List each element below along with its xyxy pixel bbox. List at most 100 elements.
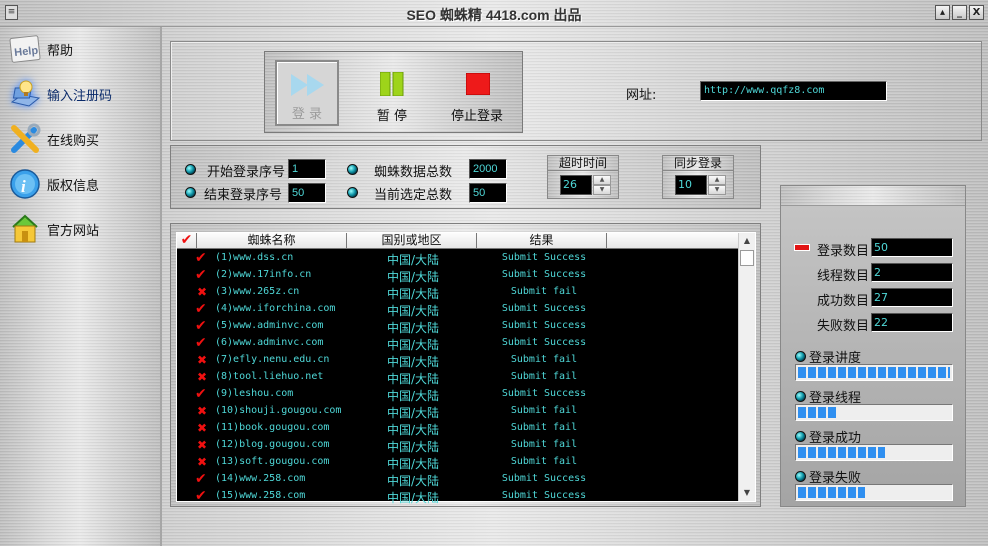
column-header-empty <box>607 233 739 249</box>
register-code-icon <box>8 77 42 111</box>
table-row[interactable]: ✔ (14)www.258.com 中国/大陆 Submit Success <box>177 471 739 488</box>
spider-result: Submit fail <box>510 286 578 297</box>
sidebar-item-copyright[interactable]: i 版权信息 <box>8 166 156 202</box>
end-index-input[interactable]: 50 <box>288 183 326 203</box>
spider-region: 中国/大陆 <box>387 474 440 488</box>
sidebar-item-register-code[interactable]: 输入注册码 <box>8 76 156 112</box>
parameters-panel: 开始登录序号 1 结束登录序号 50 蜘蛛数据总数 2000 当前选定总数 50… <box>170 145 761 209</box>
sidebar-item-help[interactable]: Help 帮助 <box>8 31 156 67</box>
table-row[interactable]: ✔ (1)www.dss.cn 中国/大陆 Submit Success <box>177 250 739 267</box>
vertical-scrollbar[interactable]: ▲ ▼ <box>738 233 755 501</box>
total-spiders-input[interactable]: 2000 <box>469 159 507 179</box>
stop-icon <box>465 72 491 98</box>
total-spiders-label: 蜘蛛数据总数 <box>374 165 453 180</box>
fast-forward-icon <box>291 74 325 99</box>
column-header-result[interactable]: 结果 <box>477 233 607 249</box>
selected-total-input[interactable]: 50 <box>469 183 507 203</box>
scroll-down-arrow-icon[interactable]: ▼ <box>739 485 755 501</box>
spider-name: (1)www.dss.cn <box>215 252 294 263</box>
table-row[interactable]: ✖ (13)soft.gougou.com 中国/大陆 Submit fail <box>177 454 739 471</box>
spider-name: (9)leshou.com <box>215 388 294 399</box>
spider-result: Submit Success <box>501 473 587 484</box>
sidebar: Help 帮助 输入注册码 在线购买 i 版权信息 官方网站 <box>0 27 162 546</box>
thread-count-value: 2 <box>871 263 953 282</box>
url-input[interactable]: http://www.qqfz8.com <box>700 81 887 101</box>
login-progress-fill <box>798 367 950 378</box>
table-row[interactable]: ✔ (2)www.17info.cn 中国/大陆 Submit Success <box>177 267 739 284</box>
spider-name: (2)www.17info.cn <box>215 269 312 280</box>
selected-total-label: 当前选定总数 <box>374 188 453 203</box>
spider-name: (3)www.265z.cn <box>215 286 300 297</box>
sync-login-label: 同步登录 <box>663 156 733 171</box>
sidebar-item-label: 帮助 <box>47 43 74 59</box>
column-header-check[interactable]: ✔ <box>177 233 197 249</box>
column-header-name[interactable]: 蜘蛛名称 <box>197 233 347 249</box>
stats-panel: 登录数目 50 线程数目 2 成功数目 27 失败数目 22 登录讲度 登录线程… <box>780 185 966 507</box>
timeout-label: 超时时间 <box>548 156 618 171</box>
timeout-group: 超时时间 26 ▲ ▼ <box>547 155 619 199</box>
sidebar-item-label: 官方网站 <box>47 223 100 239</box>
sidebar-item-label: 输入注册码 <box>47 88 113 104</box>
sync-login-input[interactable]: 10 <box>675 175 707 195</box>
spider-name: (12)blog.gougou.com <box>215 439 330 450</box>
spider-result: Submit fail <box>510 405 578 416</box>
timeout-input[interactable]: 26 <box>560 175 592 195</box>
info-icon: i <box>8 167 42 201</box>
start-index-label: 开始登录序号 <box>207 165 286 180</box>
table-row[interactable]: ✖ (7)efly.nenu.edu.cn 中国/大陆 Submit fail <box>177 352 739 369</box>
table-row[interactable]: ✔ (6)www.adminvc.com 中国/大陆 Submit Success <box>177 335 739 352</box>
sidebar-item-label: 版权信息 <box>47 178 100 194</box>
spider-region: 中国/大陆 <box>387 338 440 352</box>
cross-icon: ✖ <box>197 285 208 299</box>
help-icon: Help <box>8 32 42 66</box>
minimize-button[interactable]: _ <box>952 5 967 20</box>
home-icon <box>8 212 42 246</box>
sidebar-item-official-site[interactable]: 官方网站 <box>8 211 156 247</box>
table-row[interactable]: ✖ (10)shouji.gougou.com 中国/大陆 Submit fail <box>177 403 739 420</box>
success-count-label: 成功数目 <box>817 294 870 309</box>
table-row[interactable]: ✔ (15)www.258.com 中国/大陆 Submit Success <box>177 488 739 505</box>
login-button[interactable]: 登 录 <box>275 60 339 126</box>
column-header-region[interactable]: 国别或地区 <box>347 233 477 249</box>
restore-button[interactable]: ▴ <box>935 5 950 20</box>
success-progress-fill <box>798 447 885 458</box>
indicator-led-icon <box>795 471 806 482</box>
pause-button[interactable]: 暂 停 <box>360 60 424 126</box>
spider-region: 中国/大陆 <box>387 304 440 318</box>
sync-login-decrement-button[interactable]: ▼ <box>708 185 726 195</box>
stop-button[interactable]: 停止登录 <box>445 60 509 126</box>
timeout-increment-button[interactable]: ▲ <box>593 175 611 185</box>
indicator-led-icon <box>347 164 358 175</box>
table-row[interactable]: ✖ (3)www.265z.cn 中国/大陆 Submit fail <box>177 284 739 301</box>
table-row[interactable]: ✖ (12)blog.gougou.com 中国/大陆 Submit fail <box>177 437 739 454</box>
spider-name: (5)www.adminvc.com <box>215 320 324 331</box>
spider-name: (13)soft.gougou.com <box>215 456 330 467</box>
spider-name: (14)www.258.com <box>215 473 306 484</box>
pause-button-label: 暂 停 <box>376 109 408 124</box>
scrollbar-thumb[interactable] <box>740 250 754 266</box>
timeout-decrement-button[interactable]: ▼ <box>593 185 611 195</box>
table-row[interactable]: ✖ (11)book.gougou.com 中国/大陆 Submit fail <box>177 420 739 437</box>
spider-region: 中国/大陆 <box>387 423 440 437</box>
close-button[interactable]: X <box>969 5 984 20</box>
table-row[interactable]: ✔ (5)www.adminvc.com 中国/大陆 Submit Success <box>177 318 739 335</box>
spider-result: Submit fail <box>510 371 578 382</box>
window-title: SEO 蜘蛛精 4418.com 出品 <box>406 7 582 23</box>
red-indicator-icon <box>794 244 810 251</box>
scroll-up-arrow-icon[interactable]: ▲ <box>739 233 755 249</box>
table-row[interactable]: ✔ (9)leshou.com 中国/大陆 Submit Success <box>177 386 739 403</box>
spider-region: 中国/大陆 <box>387 372 440 386</box>
spider-result: Submit Success <box>501 269 587 280</box>
stats-panel-header <box>781 186 965 206</box>
table-row[interactable]: ✔ (4)www.iforchina.com 中国/大陆 Submit Success <box>177 301 739 318</box>
sidebar-item-buy-online[interactable]: 在线购买 <box>8 121 156 157</box>
indicator-led-icon <box>795 431 806 442</box>
cross-icon: ✖ <box>197 455 208 469</box>
checkmark-icon: ✔ <box>195 267 207 283</box>
table-row[interactable]: ✖ (8)tool.liehuo.net 中国/大陆 Submit fail <box>177 369 739 386</box>
fail-progress-fill <box>798 487 865 498</box>
start-index-input[interactable]: 1 <box>288 159 326 179</box>
indicator-led-icon <box>795 391 806 402</box>
sync-login-increment-button[interactable]: ▲ <box>708 175 726 185</box>
login-count-value: 50 <box>871 238 953 257</box>
